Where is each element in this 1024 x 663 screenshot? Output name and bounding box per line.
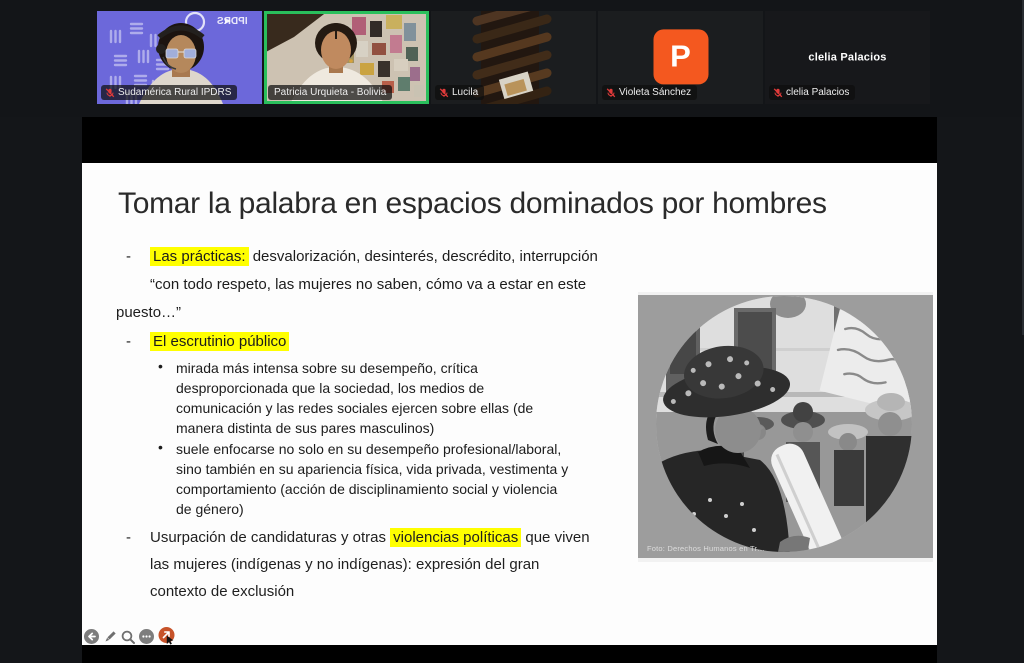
bullet-usurpacion: Usurpación de candidaturas y otras viole… — [150, 524, 590, 605]
sub-bullet-enfocarse: • suele enfocarse no solo en su desempeñ… — [158, 439, 568, 519]
dash-marker: - — [126, 333, 150, 350]
sub-bullet-lines: mirada más intensa sobre su desempeño, c… — [176, 358, 533, 438]
annotation-toolbar — [84, 627, 177, 646]
participant-tile-violeta-sanchez[interactable]: P Violeta Sánchez — [598, 11, 763, 104]
text-line: Usurpación de candidaturas y otras viole… — [150, 524, 590, 551]
text-line: suele enfocarse no solo en su desempeño … — [176, 439, 568, 459]
participant-name: Violeta Sánchez — [619, 87, 691, 98]
text-line: comunicación y las redes sociales ejerce… — [176, 398, 533, 418]
participant-filmstrip: IPDRS Sudamérica Rural IPDRS — [0, 0, 1024, 117]
participant-name: Lucila — [452, 87, 478, 98]
text-line: manera distinta de sus pares masculinos) — [176, 418, 533, 438]
zoom-meeting-window: { "participants": [ {"label": "Sudaméric… — [0, 0, 1024, 663]
text-line: de género) — [176, 499, 568, 519]
participant-name-tag: Patricia Urquieta - Bolivia — [268, 85, 392, 100]
text-line: contexto de exclusión — [150, 578, 590, 605]
participant-name: Patricia Urquieta - Bolivia — [274, 87, 386, 98]
avatar-letter: P — [670, 38, 691, 74]
participant-name-tag: Sudamérica Rural IPDRS — [101, 85, 237, 100]
participant-name-tag: Lucila — [435, 85, 484, 100]
mic-muted-icon — [439, 88, 449, 98]
slide-title: Tomar la palabra en espacios dominados p… — [118, 187, 827, 221]
participant-tile-patricia-urquieta[interactable]: Patricia Urquieta - Bolivia — [264, 11, 429, 104]
text-line: sino también en su apariencia física, vi… — [176, 459, 568, 479]
bullet-escrutinio-publico: -El escrutinio público — [126, 333, 289, 350]
ipdrs-logo-mirrored: IPDRS — [217, 16, 248, 27]
quote-line-2: puesto…” — [116, 304, 181, 321]
more-options-button[interactable] — [139, 629, 154, 644]
mic-muted-icon — [773, 88, 783, 98]
text-line: comportamiento (acción de disciplinamien… — [176, 479, 568, 499]
participant-name: Sudamérica Rural IPDRS — [118, 87, 231, 98]
magnifier-zoom-button[interactable] — [121, 630, 135, 644]
participant-name-tag: clelia Palacios — [769, 85, 855, 100]
avatar: P — [653, 29, 708, 84]
participant-name-tag: Violeta Sánchez — [602, 85, 697, 100]
presentation-slide: Tomar la palabra en espacios dominados p… — [82, 163, 937, 645]
highlighted-text: violencias políticas — [390, 528, 521, 547]
bullet-text: desvalorización, desinterés, descrédito,… — [249, 248, 598, 265]
dash-marker: - — [126, 524, 131, 551]
mic-muted-icon — [105, 88, 115, 98]
dash-marker: - — [126, 248, 150, 265]
dot-marker: • — [158, 439, 176, 519]
participant-name: clelia Palacios — [786, 87, 849, 98]
bullet-text: Usurpación de candidaturas y otras — [150, 529, 390, 546]
participant-tile-sudamerica-rural[interactable]: IPDRS Sudamérica Rural IPDRS — [97, 11, 262, 104]
mic-muted-icon — [606, 88, 616, 98]
participant-display-name: clelia Palacios — [765, 51, 930, 63]
pencil-draw-button[interactable] — [103, 630, 117, 644]
text-line: desproporcionada que la sociedad, los me… — [176, 378, 533, 398]
bullet-las-practicas: -Las prácticas: desvalorización, desinte… — [126, 248, 598, 265]
sub-bullet-lines: suele enfocarse no solo en su desempeño … — [176, 439, 568, 519]
pointer-button[interactable] — [158, 627, 177, 646]
text-line: las mujeres (indígenas y no indígenas): … — [150, 551, 590, 578]
sub-bullet-mirada: • mirada más intensa sobre su desempeño,… — [158, 358, 533, 438]
participant-tile-clelia-palacios[interactable]: clelia Palacios clelia Palacios — [765, 11, 930, 104]
quote-line-1: “con todo respeto, las mujeres no saben,… — [150, 276, 586, 293]
participant-tile-lucila[interactable]: Lucila — [431, 11, 596, 104]
protest-photo: Foto: Derechos Humanos en Tr… — [638, 292, 933, 562]
screen-share-area: Tomar la palabra en espacios dominados p… — [82, 117, 937, 663]
back-arrow-button[interactable] — [84, 629, 99, 644]
photo-caption: Foto: Derechos Humanos en Tr… — [647, 544, 765, 553]
bullet-text: que viven — [521, 529, 589, 546]
text-line: mirada más intensa sobre su desempeño, c… — [176, 358, 533, 378]
highlighted-text: El escrutinio público — [150, 332, 289, 351]
highlighted-text: Las prácticas: — [150, 247, 249, 266]
dot-marker: • — [158, 358, 176, 438]
